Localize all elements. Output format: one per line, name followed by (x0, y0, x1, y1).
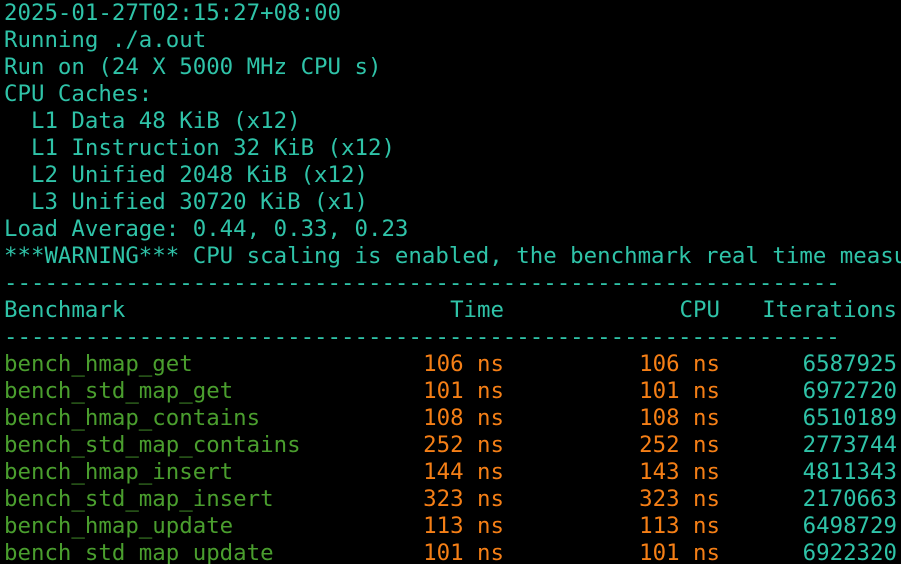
cache-line-l2-unified: L2 Unified 2048 KiB (x12) (4, 162, 368, 188)
terminal-window[interactable]: 2025-01-27T02:15:27+08:00 Running ./a.ou… (0, 0, 901, 564)
benchmark-cpu: 101 ns (639, 540, 720, 564)
benchmark-iterations: 6498729 (802, 513, 897, 539)
benchmark-name: bench_std_map_insert (4, 486, 274, 512)
table-row: bench_std_map_contains 252 ns 252 ns 277… (4, 432, 901, 459)
cpu-caches-title: CPU Caches: (4, 81, 153, 107)
column-header-cpu: CPU (679, 297, 720, 323)
benchmark-time: 113 ns (423, 513, 504, 539)
benchmark-name: bench_hmap_contains (4, 405, 261, 431)
benchmark-cpu: 252 ns (639, 432, 720, 458)
benchmark-iterations: 6922320 (802, 540, 897, 564)
benchmark-cpu: 143 ns (639, 459, 720, 485)
warning-line: ***WARNING*** CPU scaling is enabled, th… (4, 243, 901, 269)
table-row: bench_std_map_get 101 ns 101 ns 6972720 (4, 378, 901, 405)
benchmark-iterations: 4811343 (802, 459, 897, 485)
table-row: bench_hmap_contains 108 ns 108 ns 651018… (4, 405, 901, 432)
benchmark-name: bench_std_map_get (4, 378, 234, 404)
benchmark-time: 144 ns (423, 459, 504, 485)
benchmark-time: 101 ns (423, 540, 504, 564)
benchmark-name: bench_std_map_contains (4, 432, 301, 458)
table-row: bench_hmap_insert 144 ns 143 ns 4811343 (4, 459, 901, 486)
benchmark-cpu: 323 ns (639, 486, 720, 512)
benchmark-name: bench_hmap_insert (4, 459, 234, 485)
benchmark-iterations: 6510189 (802, 405, 897, 431)
benchmark-cpu: 106 ns (639, 351, 720, 377)
cache-line-l1-instruction: L1 Instruction 32 KiB (x12) (4, 135, 395, 161)
table-header-row: Benchmark Time CPU Iterations (4, 297, 901, 324)
benchmark-iterations: 2773744 (802, 432, 897, 458)
table-row: bench_std_map_insert 323 ns 323 ns 21706… (4, 486, 901, 513)
benchmark-name: bench_hmap_update (4, 513, 234, 539)
benchmark-time: 106 ns (423, 351, 504, 377)
benchmark-cpu: 108 ns (639, 405, 720, 431)
benchmark-cpu: 113 ns (639, 513, 720, 539)
benchmark-iterations: 6587925 (802, 351, 897, 377)
column-header-benchmark: Benchmark (4, 297, 126, 323)
benchmark-cpu: 101 ns (639, 378, 720, 404)
load-average-line: Load Average: 0.44, 0.33, 0.23 (4, 216, 409, 242)
timestamp-line: 2025-01-27T02:15:27+08:00 (4, 0, 342, 26)
table-separator-top: ----------------------------------------… (4, 270, 840, 296)
benchmark-name: bench_std_map_update (4, 540, 274, 564)
column-header-iterations: Iterations (762, 297, 897, 323)
benchmark-iterations: 2170663 (802, 486, 897, 512)
benchmark-iterations: 6972720 (802, 378, 897, 404)
run-on-line: Run on (24 X 5000 MHz CPU s) (4, 54, 382, 80)
benchmark-time: 108 ns (423, 405, 504, 431)
table-row: bench_hmap_get 106 ns 106 ns 6587925 (4, 351, 901, 378)
cache-line-l3-unified: L3 Unified 30720 KiB (x1) (4, 189, 368, 215)
column-header-time: Time (450, 297, 504, 323)
benchmark-time: 101 ns (423, 378, 504, 404)
benchmark-name: bench_hmap_get (4, 351, 193, 377)
table-row: bench_hmap_update 113 ns 113 ns 6498729 (4, 513, 901, 540)
benchmark-time: 252 ns (423, 432, 504, 458)
table-row: bench_std_map_update 101 ns 101 ns 69223… (4, 540, 901, 564)
table-separator-bottom: ----------------------------------------… (4, 324, 840, 350)
cache-line-l1-data: L1 Data 48 KiB (x12) (4, 108, 301, 134)
benchmark-time: 323 ns (423, 486, 504, 512)
running-line: Running ./a.out (4, 27, 207, 53)
